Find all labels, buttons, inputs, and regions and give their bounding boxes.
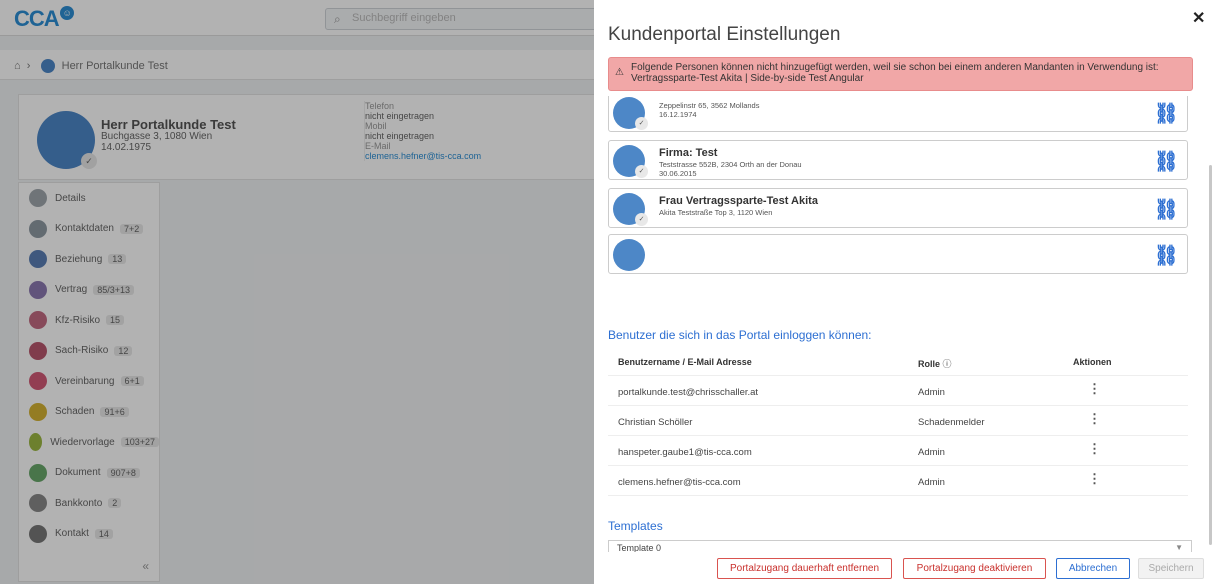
person-card[interactable]: ✓ Firma: Test Teststrasse 552B, 2304 Orth … bbox=[608, 140, 1188, 180]
column-header-username: Benutzername / E-Mail Adresse bbox=[618, 357, 752, 367]
link-icon[interactable]: ⛓ bbox=[1154, 101, 1179, 126]
user-role: Admin bbox=[918, 447, 945, 458]
more-actions-icon[interactable]: ⋮ bbox=[1088, 382, 1101, 395]
warning-icon: ⚠ bbox=[615, 67, 624, 78]
templates-heading: Templates bbox=[608, 519, 663, 533]
chevron-down-icon: ▼ bbox=[1175, 543, 1183, 552]
table-row: hanspeter.gaube1@tis-cca.com Admin ⋮ bbox=[608, 436, 1188, 466]
more-actions-icon[interactable]: ⋮ bbox=[1088, 472, 1101, 485]
more-actions-icon[interactable]: ⋮ bbox=[1088, 412, 1101, 425]
person-date: 30.06.2015 bbox=[659, 169, 697, 178]
person-name: Frau Vertragssparte-Test Akita bbox=[659, 195, 818, 207]
user-username: Christian Schöller bbox=[618, 417, 693, 428]
person-list[interactable]: ✓ Zeppelinstr 65, 3562 Mollands 16.12.1974… bbox=[608, 96, 1193, 284]
user-role: Admin bbox=[918, 387, 945, 398]
building-icon: ✓ bbox=[613, 145, 648, 178]
column-header-actions: Aktionen bbox=[1073, 357, 1112, 367]
person-card[interactable]: ⛓ bbox=[608, 234, 1188, 274]
person-card[interactable]: ✓ Frau Vertragssparte-Test Akita Akita Tes… bbox=[608, 188, 1188, 228]
table-row: portalkunde.test@chrisschaller.at Admin ⋮ bbox=[608, 376, 1188, 406]
users-table-body: portalkunde.test@chrisschaller.at Admin ⋮ C… bbox=[608, 376, 1188, 496]
user-username: hanspeter.gaube1@tis-cca.com bbox=[618, 447, 752, 458]
help-icon[interactable]: ⓘ bbox=[943, 359, 952, 369]
cancel-button[interactable]: Abbrechen bbox=[1056, 558, 1130, 579]
users-heading: Benutzer die sich in das Portal einlogge… bbox=[608, 328, 872, 342]
remove-portal-access-button[interactable]: Portalzugang dauerhaft entfernen bbox=[717, 558, 892, 579]
column-header-role: Rolle ⓘ bbox=[918, 357, 952, 370]
person-name: Firma: Test bbox=[659, 147, 718, 159]
person-card[interactable]: ✓ Zeppelinstr 65, 3562 Mollands 16.12.1974… bbox=[608, 96, 1188, 132]
alert-text: Folgende Personen können nicht hinzugefü… bbox=[631, 62, 1159, 84]
scrollbar[interactable] bbox=[1209, 165, 1212, 545]
person-date: 16.12.1974 bbox=[659, 110, 697, 119]
panel-title: Kundenportal Einstellungen bbox=[608, 24, 841, 45]
person-address: Teststrasse 552B, 2304 Orth an der Donau bbox=[659, 160, 802, 169]
person-address: Zeppelinstr 65, 3562 Mollands bbox=[659, 101, 760, 110]
table-header-row: Benutzername / E-Mail Adresse Rolle ⓘ Ak… bbox=[608, 346, 1188, 376]
user-username: clemens.hefner@tis-cca.com bbox=[618, 477, 741, 488]
more-actions-icon[interactable]: ⋮ bbox=[1088, 442, 1101, 455]
panel-footer: Portalzugang dauerhaft entfernen Portalz… bbox=[594, 552, 1214, 584]
table-row: Christian Schöller Schadenmelder ⋮ bbox=[608, 406, 1188, 436]
link-icon[interactable]: ⛓ bbox=[1154, 149, 1179, 174]
user-role: Schadenmelder bbox=[918, 417, 985, 428]
role-header-label: Rolle bbox=[918, 359, 941, 369]
modal-overlay[interactable] bbox=[0, 0, 600, 584]
user-role: Admin bbox=[918, 477, 945, 488]
link-icon[interactable]: ⛓ bbox=[1154, 197, 1179, 222]
error-alert: ⚠ Folgende Personen können nicht hinzuge… bbox=[608, 57, 1193, 91]
person-address: Akita Teststraße Top 3, 1120 Wien bbox=[659, 208, 773, 217]
user-username: portalkunde.test@chrisschaller.at bbox=[618, 387, 759, 398]
table-row: clemens.hefner@tis-cca.com Admin ⋮ bbox=[608, 466, 1188, 496]
person-icon bbox=[613, 239, 645, 271]
save-button[interactable]: Speichern bbox=[1138, 558, 1204, 579]
close-icon[interactable]: ✕ bbox=[1192, 8, 1205, 28]
person-icon: ✓ bbox=[613, 193, 648, 226]
settings-panel: Kundenportal Einstellungen ✕ ⚠ Folgende … bbox=[594, 0, 1214, 584]
users-table: Benutzername / E-Mail Adresse Rolle ⓘ Ak… bbox=[608, 346, 1188, 496]
deactivate-portal-access-button[interactable]: Portalzugang deaktivieren bbox=[903, 558, 1046, 579]
check-icon: ✓ bbox=[635, 213, 648, 226]
check-icon: ✓ bbox=[635, 165, 648, 178]
person-icon: ✓ bbox=[613, 97, 648, 130]
check-icon: ✓ bbox=[635, 117, 648, 130]
link-icon[interactable]: ⛓ bbox=[1154, 243, 1179, 268]
